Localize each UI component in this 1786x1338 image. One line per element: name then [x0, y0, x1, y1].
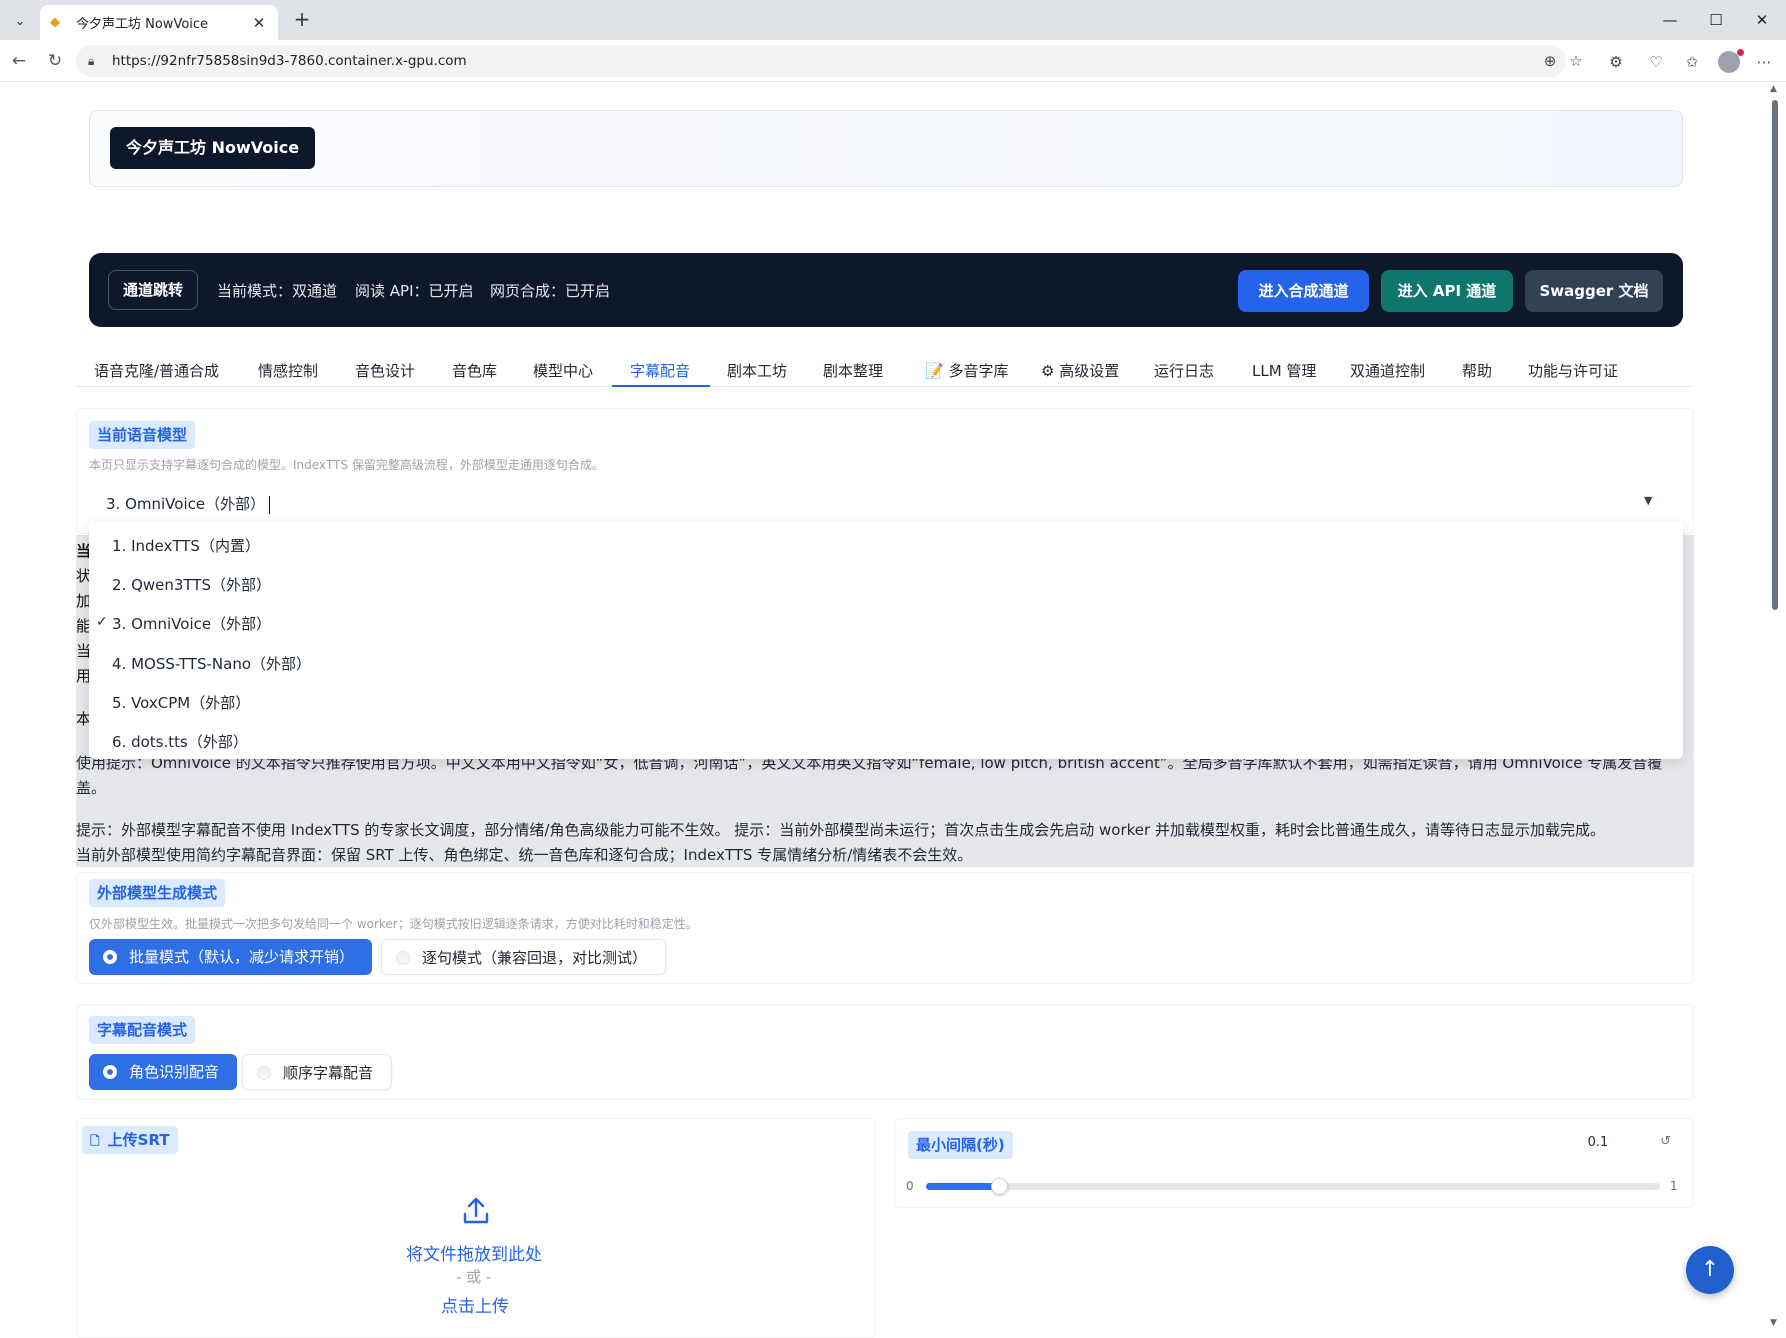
lock-icon: 🔒︎ [88, 53, 95, 68]
model-dropdown-list [89, 522, 1683, 759]
scroll-up-arrow-icon[interactable]: ▲ [1770, 84, 1777, 94]
reload-icon[interactable]: ↻ [42, 48, 68, 74]
scroll-down-arrow-icon[interactable]: ▼ [1770, 1318, 1777, 1328]
browser-essentials-icon[interactable]: ♡ [1642, 48, 1670, 76]
gen-mode-label: 外部模型生成模式 [89, 879, 226, 907]
radio-sequential-dubbing[interactable]: 顺序字幕配音 [242, 1054, 393, 1090]
tab-voice-design[interactable]: 音色设计 [355, 360, 415, 381]
radio-dot [103, 1065, 117, 1079]
reset-icon[interactable]: ↺ [1660, 1134, 1671, 1149]
drop-file-text[interactable]: 将文件拖放到此处 [406, 1240, 542, 1265]
close-window-icon[interactable]: ✕ [1740, 6, 1784, 34]
back-arrow-icon[interactable]: ← [6, 48, 32, 74]
tab-llm-management[interactable]: LLM 管理 [1252, 360, 1316, 381]
close-tab-icon[interactable]: ✕ [250, 14, 268, 32]
model-option[interactable]: 6. dots.tts（外部） [112, 731, 248, 752]
browser-tab[interactable]: ◆ 今夕声工坊 NowVoice ✕ [40, 5, 278, 40]
header-card [89, 110, 1683, 187]
usage-tip-line-2: 盖。 [76, 779, 107, 797]
interval-slider-fill [926, 1183, 999, 1190]
swagger-docs-button[interactable]: Swagger 文档 [1525, 270, 1663, 312]
notification-dot [1737, 49, 1744, 56]
slider-max-label: 1 [1670, 1179, 1678, 1193]
interval-number-input[interactable]: 0.1 [1544, 1127, 1652, 1159]
arrow-up-icon: ↑ [1700, 1257, 1720, 1282]
click-upload-text[interactable]: 点击上传 [441, 1292, 509, 1317]
back-to-top-button[interactable]: ↑ [1686, 1246, 1734, 1294]
model-option[interactable]: 1. IndexTTS（内置） [112, 535, 260, 556]
checkmark-icon: ✓ [96, 614, 108, 630]
scroll-thumb[interactable] [1772, 100, 1778, 610]
radio-dot [103, 950, 117, 964]
extensions-icon[interactable]: ⚙ [1602, 48, 1630, 76]
address-bar: ← ↻ 🔒︎ https://92nfr75858sin9d3-7860.con… [0, 40, 1786, 82]
tab-voice-clone[interactable]: 语音克隆/普通合成 [94, 360, 219, 381]
tabs-divider [76, 386, 1694, 387]
current-mode-status: 当前模式：双通道 [217, 282, 338, 300]
tab-script-workshop[interactable]: 剧本工坊 [727, 360, 787, 381]
model-option[interactable]: 2. Qwen3TTS（外部） [112, 574, 271, 595]
model-option[interactable]: 4. MOSS-TTS-Nano（外部） [112, 653, 311, 674]
web-synth-status: 网页合成：已开启 [490, 282, 611, 300]
tab-subtitle-dubbing[interactable]: 字幕配音 [630, 360, 690, 381]
model-section-label: 当前语音模型 [89, 421, 196, 449]
tab-run-log[interactable]: 运行日志 [1154, 360, 1214, 381]
tab-voice-library[interactable]: 音色库 [452, 360, 497, 381]
radio-batch-mode[interactable]: 批量模式（默认，减少请求开销） [89, 939, 373, 975]
interval-slider-thumb[interactable] [991, 1178, 1008, 1195]
upload-icon[interactable] [461, 1196, 491, 1226]
tab-polyphonic-dict[interactable]: 📝 多音字库 [925, 360, 1008, 381]
more-menu-icon[interactable]: ⋯ [1750, 48, 1778, 76]
gen-mode-hint: 仅外部模型生效。批量模式一次把多句发给同一个 worker；逐句模式按旧逻辑逐条… [89, 917, 698, 931]
maximize-icon[interactable]: ☐ [1694, 6, 1738, 34]
upload-or-text: - 或 - [456, 1268, 492, 1286]
simple-ui-tip: 当前外部模型使用简约字幕配音界面：保留 SRT 上传、角色绑定、统一音色库和逐句… [76, 846, 973, 864]
browser-tab-title: 今夕声工坊 NowVoice [76, 17, 209, 32]
zoom-icon[interactable]: ⊕ [1536, 45, 1564, 77]
favorite-star-icon[interactable]: ☆ [1562, 45, 1590, 77]
tab-script-organize[interactable]: 剧本整理 [823, 360, 883, 381]
tab-features-license[interactable]: 功能与许可证 [1528, 360, 1618, 381]
interval-label: 最小间隔(秒) [908, 1131, 1013, 1159]
active-tab-indicator [612, 385, 710, 387]
tab-model-center[interactable]: 模型中心 [533, 360, 593, 381]
radio-role-dubbing[interactable]: 角色识别配音 [89, 1054, 238, 1090]
slider-min-label: 0 [906, 1179, 914, 1193]
model-select-value[interactable]: 3. OmniVoice（外部） [106, 493, 271, 514]
url-field[interactable]: 🔒︎ https://92nfr75858sin9d3-7860.contain… [76, 45, 1583, 77]
model-section-hint: 本页只显示支持字幕逐句合成的模型。IndexTTS 保留完整高级流程，外部模型走… [89, 458, 604, 472]
text-caret [269, 495, 271, 514]
tab-list-chevron-icon[interactable]: ⌄ [8, 9, 32, 33]
enter-api-channel-button[interactable]: 进入 API 通道 [1381, 270, 1513, 312]
tab-help[interactable]: 帮助 [1462, 360, 1492, 381]
tab-emotion-control[interactable]: 情感控制 [258, 360, 318, 381]
minimize-icon[interactable]: — [1648, 6, 1692, 34]
brand-title: 今夕声工坊 NowVoice [110, 127, 316, 169]
dub-mode-label: 字幕配音模式 [89, 1016, 196, 1044]
upload-label: 🗋 上传SRT [82, 1126, 178, 1154]
model-option[interactable]: 5. VoxCPM（外部） [112, 692, 250, 713]
file-icon: 🗋 [90, 1134, 100, 1148]
interval-slider-track[interactable] [926, 1183, 1660, 1190]
model-option[interactable]: 3. OmniVoice（外部） [112, 613, 271, 634]
favorites-icon[interactable]: ✩ [1678, 48, 1706, 76]
tab-dual-channel[interactable]: 双通道控制 [1350, 360, 1425, 381]
read-api-status: 阅读 API：已开启 [355, 282, 474, 300]
radio-dot [396, 951, 410, 965]
favicon-icon: ◆ [50, 14, 60, 30]
url-text: https://92nfr75858sin9d3-7860.container.… [112, 53, 467, 69]
radio-dot [257, 1066, 271, 1080]
tab-advanced-settings[interactable]: ⚙ 高级设置 [1041, 360, 1119, 381]
browser-titlebar: ⌄ ◆ 今夕声工坊 NowVoice ✕ + — ☐ ✕ [0, 0, 1786, 40]
dropdown-arrow-icon[interactable]: ▼ [1644, 494, 1652, 507]
external-model-tip: 提示：外部模型字幕配音不使用 IndexTTS 的专家长文调度，部分情绪/角色高… [76, 821, 1605, 839]
radio-sentence-mode[interactable]: 逐句模式（兼容回退，对比测试） [381, 939, 667, 975]
model-select[interactable] [89, 480, 1683, 524]
channel-jump-label: 通道跳转 [108, 270, 199, 310]
new-tab-plus-icon[interactable]: + [290, 8, 314, 32]
enter-synth-channel-button[interactable]: 进入合成通道 [1238, 270, 1369, 312]
